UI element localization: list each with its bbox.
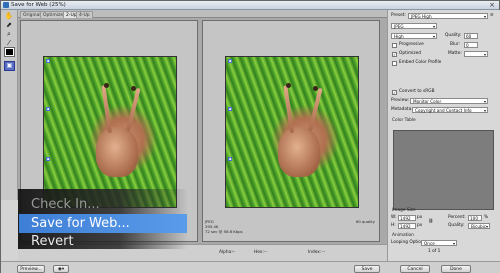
convert-srgb-checkbox[interactable]: ✓ (392, 90, 397, 95)
menu-item-save-for-web[interactable]: Save for Web... (31, 215, 130, 232)
snail-body-shape (278, 127, 320, 177)
height-field[interactable]: 1492 (398, 223, 416, 229)
done-button[interactable]: Done (441, 265, 471, 273)
optimized-pane[interactable]: ▪ ▪ ▪ JPEG 295.4K 72 sec @ 56.6 Kbps 60 … (202, 20, 380, 242)
metadata-select[interactable]: Copyright and Contact Info (412, 107, 488, 113)
quality-field[interactable]: 60 (464, 33, 478, 39)
slice-tag-icon: ▪ (228, 59, 233, 63)
menu-item-check-in[interactable]: Check In... (31, 196, 100, 213)
index-label: Index: (308, 250, 322, 255)
matte-select[interactable] (464, 51, 488, 57)
resample-quality-select[interactable]: Bicubic (468, 223, 490, 229)
progressive-checkbox[interactable] (392, 43, 397, 48)
snail-eye (104, 83, 109, 88)
width-unit: px (417, 215, 423, 220)
frame-counter: 1 of 1 (428, 249, 441, 254)
tab-4-up[interactable]: 4-Up (76, 11, 93, 18)
embed-profile-label: Embed Color Profile (399, 60, 442, 65)
eyedropper-color-swatch[interactable] (4, 47, 15, 57)
height-unit: px (417, 223, 423, 228)
window-title: Save for Web (25%) (11, 2, 66, 8)
snail-photo-original: ▪ ▪ ▪ (43, 56, 177, 208)
snail-stalk (101, 85, 112, 134)
width-field[interactable]: 1492 (398, 215, 416, 221)
quality-label: Quality: (445, 33, 462, 38)
snail-stalk (308, 87, 323, 132)
optimized-info: JPEG 295.4K 72 sec @ 56.6 Kbps 60 qualit… (205, 219, 377, 239)
save-button[interactable]: Save (354, 265, 380, 273)
hand-tool-icon[interactable]: ✋ (4, 12, 14, 21)
optimized-checkbox[interactable]: ✓ (392, 52, 397, 57)
app-icon (3, 2, 9, 8)
optimize-settings-panel: Preset: JPEG High ≡ JPEG High Quality: 6… (387, 10, 500, 262)
compression-select[interactable]: High (391, 33, 437, 39)
close-icon[interactable]: × (489, 1, 495, 9)
snail-eye (286, 83, 291, 88)
percent-unit: % (484, 215, 489, 220)
cancel-button[interactable]: Cancel (400, 265, 430, 273)
title-bar: Save for Web (25%) × (1, 1, 499, 10)
metadata-label: Metadata: (391, 107, 413, 112)
color-table-label: Color Table (392, 118, 416, 123)
blur-label: Blur: (450, 42, 461, 47)
percent-label: Percent: (448, 215, 466, 220)
convert-srgb-label: Convert to sRGB (399, 89, 435, 94)
snail-stalk (126, 87, 141, 132)
embed-profile-checkbox[interactable] (392, 61, 397, 66)
hex-label: Hex: (254, 250, 264, 255)
animation-label: Animation (392, 233, 414, 238)
index-value: -- (322, 250, 326, 255)
quality-readout: 60 quality (355, 219, 375, 224)
menu-item-revert[interactable]: Revert (31, 233, 74, 250)
slice-tag-icon: ▪ (46, 107, 51, 111)
save-for-web-dialog: Save for Web (25%) × ✋ ⬈ ⌕ ⁄ ▣ Original … (0, 0, 500, 273)
browser-preview-button[interactable]: ◉▾ (53, 265, 69, 273)
alpha-value: -- (232, 250, 236, 255)
view-tabs: Original Optimized 2-Up 4-Up (18, 10, 387, 18)
format-select[interactable]: JPEG (391, 23, 437, 29)
snail-body-shape (96, 127, 138, 177)
preset-select[interactable]: JPEG High (408, 13, 488, 19)
progressive-label: Progressive (399, 42, 424, 47)
snail-photo-optimized: ▪ ▪ ▪ (225, 56, 359, 208)
snail-stalk (283, 85, 294, 134)
snail-eye (131, 86, 136, 91)
looping-select[interactable]: Once (421, 240, 457, 246)
preview-button[interactable]: Preview... (17, 265, 45, 273)
resample-quality-label: Quality: (448, 223, 465, 228)
toggle-slices-visibility-icon[interactable]: ▣ (4, 61, 15, 71)
width-label: W: (391, 215, 397, 220)
blur-field[interactable]: 0 (464, 42, 478, 48)
slice-select-tool-icon[interactable]: ⬈ (4, 21, 14, 30)
color-table (393, 130, 494, 210)
dialog-footer: Preview... ◉▾ Save Cancel Done (1, 261, 500, 273)
matte-label: Matte: (448, 51, 462, 56)
preset-label: Preset: (391, 13, 406, 18)
slice-tag-icon: ▪ (46, 157, 51, 161)
download-time: 72 sec @ 56.6 Kbps (205, 229, 243, 234)
zoom-tool-icon[interactable]: ⌕ (4, 30, 14, 39)
tool-bar: ✋ ⬈ ⌕ ⁄ ▣ (1, 10, 18, 200)
hex-value: -- (264, 250, 268, 255)
file-menu-overlay: Check In... Save for Web... Revert (1, 189, 191, 249)
height-label: H: (391, 223, 396, 228)
preview-select[interactable]: Monitor Color (410, 98, 488, 104)
preview-label: Preview: (391, 98, 409, 103)
link-icon[interactable]: ⛓ (428, 219, 433, 225)
percent-field[interactable]: 100 (468, 215, 482, 221)
slice-tag-icon: ▪ (46, 59, 51, 63)
snail-eye (313, 86, 318, 91)
slice-tag-icon: ▪ (228, 157, 233, 161)
image-size-label: Image Size (392, 208, 416, 213)
alpha-label: Alpha: (219, 250, 233, 255)
slice-tag-icon: ▪ (228, 107, 233, 111)
settings-menu-icon[interactable]: ≡ (490, 13, 494, 19)
eyedropper-tool-icon[interactable]: ⁄ (4, 39, 14, 48)
optimized-label: Optimized (399, 51, 421, 56)
